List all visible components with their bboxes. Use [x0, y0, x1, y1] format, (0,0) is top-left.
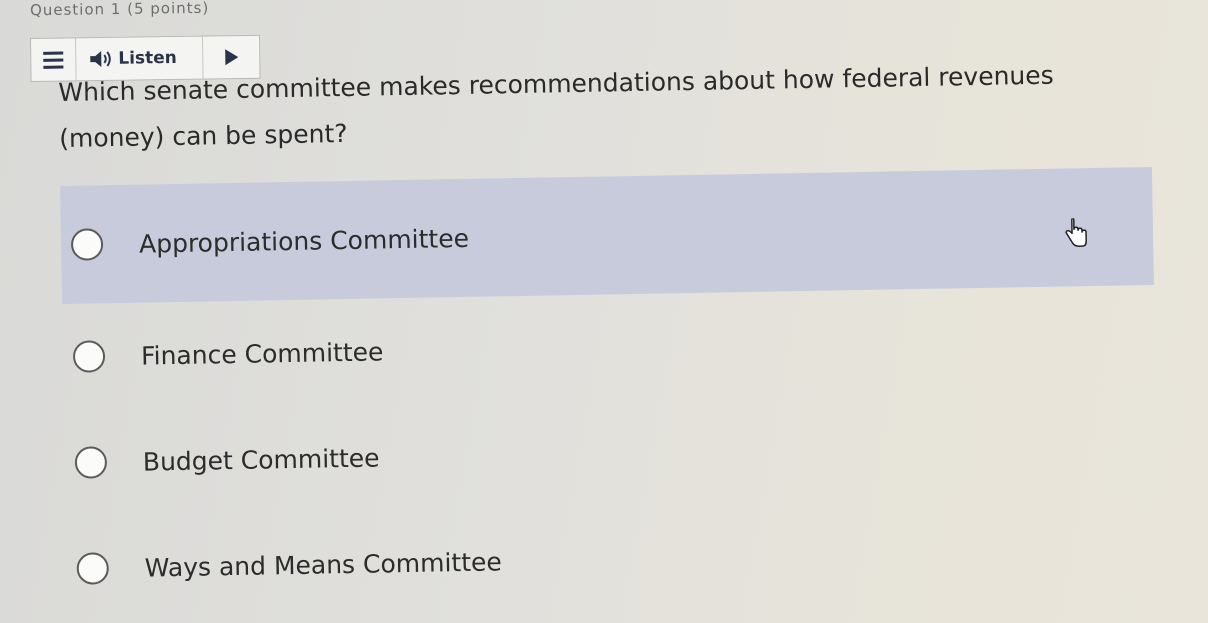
option-appropriations[interactable]: Appropriations Committee — [60, 166, 1154, 304]
radio-button[interactable] — [70, 228, 104, 261]
option-finance[interactable]: Finance Committee — [62, 285, 1156, 410]
hamburger-icon — [43, 51, 64, 69]
quiz-page: Question 1 (5 points) Listen Which senat… — [0, 0, 1208, 623]
option-label: Budget Committee — [142, 442, 380, 477]
question-text: Which senate committee makes recommendat… — [58, 52, 1099, 162]
option-label: Ways and Means Committee — [144, 546, 502, 583]
question-header: Question 1 (5 points) — [29, 0, 210, 20]
speaker-icon — [90, 51, 111, 68]
radio-button[interactable] — [76, 552, 110, 585]
answer-options: Appropriations Committee Finance Committ… — [60, 163, 1160, 622]
play-icon — [225, 49, 239, 66]
option-label: Appropriations Committee — [138, 223, 470, 259]
radio-button[interactable] — [72, 340, 106, 373]
radio-button[interactable] — [74, 446, 108, 479]
option-label: Finance Committee — [140, 336, 384, 371]
hand-pointer-icon — [1065, 218, 1087, 247]
listen-label: Listen — [118, 47, 177, 69]
option-ways-and-means[interactable]: Ways and Means Committee — [66, 497, 1160, 622]
option-budget[interactable]: Budget Committee — [64, 391, 1158, 516]
